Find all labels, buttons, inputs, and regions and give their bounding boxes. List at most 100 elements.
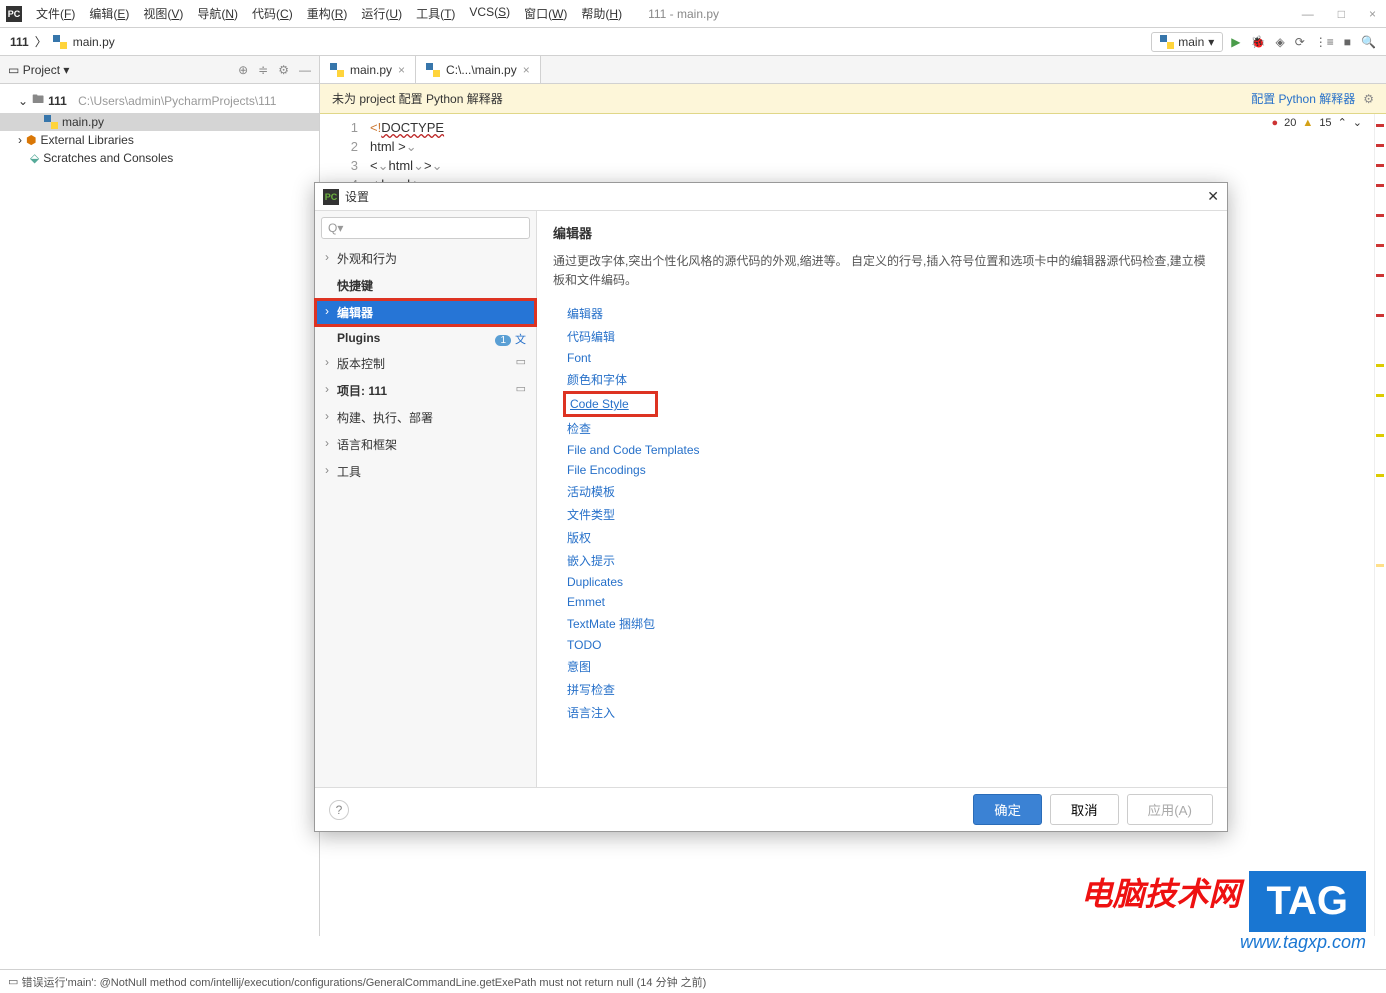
- close-tab-icon[interactable]: ×: [398, 63, 405, 77]
- error-stripe[interactable]: [1374, 114, 1386, 936]
- line-number: 1: [320, 118, 358, 137]
- link-inlay[interactable]: 嵌入提示: [567, 549, 1211, 572]
- link-code-editing[interactable]: 代码编辑: [567, 325, 1211, 348]
- warning-mark[interactable]: [1376, 434, 1384, 437]
- profile-icon[interactable]: ⟳: [1295, 35, 1305, 49]
- tree-external-libs[interactable]: › ⬢ External Libraries: [0, 131, 319, 149]
- cat-build[interactable]: 构建、执行、部署: [315, 404, 536, 431]
- close-dialog-icon[interactable]: ✕: [1207, 188, 1219, 205]
- link-editor[interactable]: 编辑器: [567, 302, 1211, 325]
- link-inspections[interactable]: 检查: [567, 417, 1211, 440]
- weak-warning-mark[interactable]: [1376, 564, 1384, 567]
- run-icon[interactable]: ▶: [1231, 35, 1240, 49]
- link-textmate[interactable]: TextMate 捆绑包: [567, 612, 1211, 635]
- run-config-select[interactable]: main ▾: [1151, 32, 1223, 52]
- menu-help[interactable]: 帮助(H): [575, 3, 628, 24]
- tree-scratches[interactable]: ⬙ Scratches and Consoles: [0, 149, 319, 167]
- title-bar: PC 文件(F) 编辑(E) 视图(V) 导航(N) 代码(C) 重构(R) 运…: [0, 0, 1386, 28]
- settings-search[interactable]: Q▾: [321, 217, 530, 239]
- gear-icon[interactable]: ⚙: [278, 63, 289, 77]
- window-title: 111 - main.py: [648, 7, 719, 21]
- menu-window[interactable]: 窗口(W): [518, 3, 573, 24]
- minimize-icon[interactable]: —: [1298, 7, 1318, 21]
- error-mark[interactable]: [1376, 124, 1384, 127]
- cat-appearance[interactable]: 外观和行为: [315, 245, 536, 272]
- cat-plugins[interactable]: Plugins1文: [315, 326, 536, 350]
- coverage-icon[interactable]: ◈: [1275, 35, 1284, 49]
- cat-keymap[interactable]: 快捷键: [315, 272, 536, 299]
- chevron-down-icon: ▾: [1208, 35, 1214, 49]
- tree-file-main[interactable]: main.py: [0, 113, 319, 131]
- select-opened-icon[interactable]: ⊕: [238, 63, 248, 77]
- status-icon[interactable]: ▭: [8, 975, 18, 988]
- error-mark[interactable]: [1376, 214, 1384, 217]
- breadcrumb-project[interactable]: 111: [10, 35, 29, 49]
- warning-mark[interactable]: [1376, 474, 1384, 477]
- tab-main-py[interactable]: main.py ×: [320, 56, 416, 83]
- configure-interpreter-link[interactable]: 配置 Python 解释器: [1251, 90, 1355, 107]
- maximize-icon[interactable]: □: [1334, 7, 1349, 21]
- error-mark[interactable]: [1376, 164, 1384, 167]
- expand-icon[interactable]: ≑: [258, 63, 268, 77]
- interpreter-warning: 未为 project 配置 Python 解释器 配置 Python 解释器 ⚙: [320, 84, 1386, 114]
- menu-file[interactable]: 文件(F): [30, 3, 81, 24]
- project-tool-icon[interactable]: ▭: [8, 63, 19, 77]
- link-live-templates[interactable]: 活动模板: [567, 480, 1211, 503]
- link-duplicates[interactable]: Duplicates: [567, 572, 1211, 592]
- link-font[interactable]: Font: [567, 348, 1211, 368]
- menu-tools[interactable]: 工具(T): [410, 3, 461, 24]
- cat-tools[interactable]: 工具: [315, 458, 536, 485]
- error-mark[interactable]: [1376, 314, 1384, 317]
- project-sidebar: ▭ Project ▾ ⊕ ≑ ⚙ — ⌄ 🖿 111 C:\Users\adm…: [0, 56, 320, 936]
- menu-refactor[interactable]: 重构(R): [301, 3, 354, 24]
- close-tab-icon[interactable]: ×: [523, 63, 530, 77]
- link-file-templates[interactable]: File and Code Templates: [567, 440, 1211, 460]
- dialog-footer: ? 确定 取消 应用(A): [315, 787, 1227, 831]
- error-mark[interactable]: [1376, 244, 1384, 247]
- debug-icon[interactable]: 🐞: [1251, 35, 1266, 49]
- chevron-up-icon[interactable]: ⌃: [1338, 116, 1347, 129]
- cat-project[interactable]: 项目: 111▭: [315, 377, 536, 404]
- warning-mark[interactable]: [1376, 394, 1384, 397]
- link-code-style[interactable]: Code Style: [563, 391, 658, 417]
- menu-navigate[interactable]: 导航(N): [191, 3, 244, 24]
- breadcrumb[interactable]: 111 〉 main.py: [10, 33, 115, 50]
- link-spelling[interactable]: 拼写检查: [567, 678, 1211, 701]
- help-icon[interactable]: ?: [329, 800, 349, 820]
- hide-icon[interactable]: —: [299, 63, 311, 77]
- link-todo[interactable]: TODO: [567, 635, 1211, 655]
- error-mark[interactable]: [1376, 144, 1384, 147]
- link-encodings[interactable]: File Encodings: [567, 460, 1211, 480]
- close-icon[interactable]: ×: [1365, 7, 1380, 21]
- inspection-widget[interactable]: ●20 ▲15 ⌃ ⌄: [1272, 116, 1362, 129]
- cat-languages[interactable]: 语言和框架: [315, 431, 536, 458]
- menu-run[interactable]: 运行(U): [355, 3, 408, 24]
- cat-vcs[interactable]: 版本控制▭: [315, 350, 536, 377]
- tree-root[interactable]: ⌄ 🖿 111 C:\Users\admin\PycharmProjects\1…: [0, 88, 319, 113]
- chevron-down-icon[interactable]: ⌄: [1353, 116, 1362, 129]
- error-mark[interactable]: [1376, 184, 1384, 187]
- link-emmet[interactable]: Emmet: [567, 592, 1211, 612]
- menu-code[interactable]: 代码(C): [246, 3, 299, 24]
- warning-mark[interactable]: [1376, 364, 1384, 367]
- stop-icon[interactable]: ■: [1344, 35, 1351, 49]
- search-icon[interactable]: 🔍: [1361, 35, 1376, 49]
- cancel-button[interactable]: 取消: [1050, 794, 1119, 825]
- ok-button[interactable]: 确定: [973, 794, 1042, 825]
- menu-view[interactable]: 视图(V): [137, 3, 189, 24]
- cat-editor[interactable]: 编辑器: [315, 299, 536, 326]
- more-icon[interactable]: ⋮≡: [1315, 35, 1334, 49]
- error-mark[interactable]: [1376, 274, 1384, 277]
- gear-icon[interactable]: ⚙: [1363, 92, 1374, 106]
- breadcrumb-file[interactable]: main.py: [73, 35, 115, 49]
- link-intentions[interactable]: 意图: [567, 655, 1211, 678]
- link-lang-injections[interactable]: 语言注入: [567, 701, 1211, 724]
- link-file-types[interactable]: 文件类型: [567, 503, 1211, 526]
- tab-external-main-py[interactable]: C:\...\main.py ×: [416, 56, 541, 83]
- menu-edit[interactable]: 编辑(E): [83, 3, 135, 24]
- project-title[interactable]: Project ▾: [23, 63, 238, 77]
- link-colors[interactable]: 颜色和字体: [567, 368, 1211, 391]
- link-copyright[interactable]: 版权: [567, 526, 1211, 549]
- apply-button[interactable]: 应用(A): [1127, 794, 1213, 825]
- menu-vcs[interactable]: VCS(S): [463, 3, 516, 24]
